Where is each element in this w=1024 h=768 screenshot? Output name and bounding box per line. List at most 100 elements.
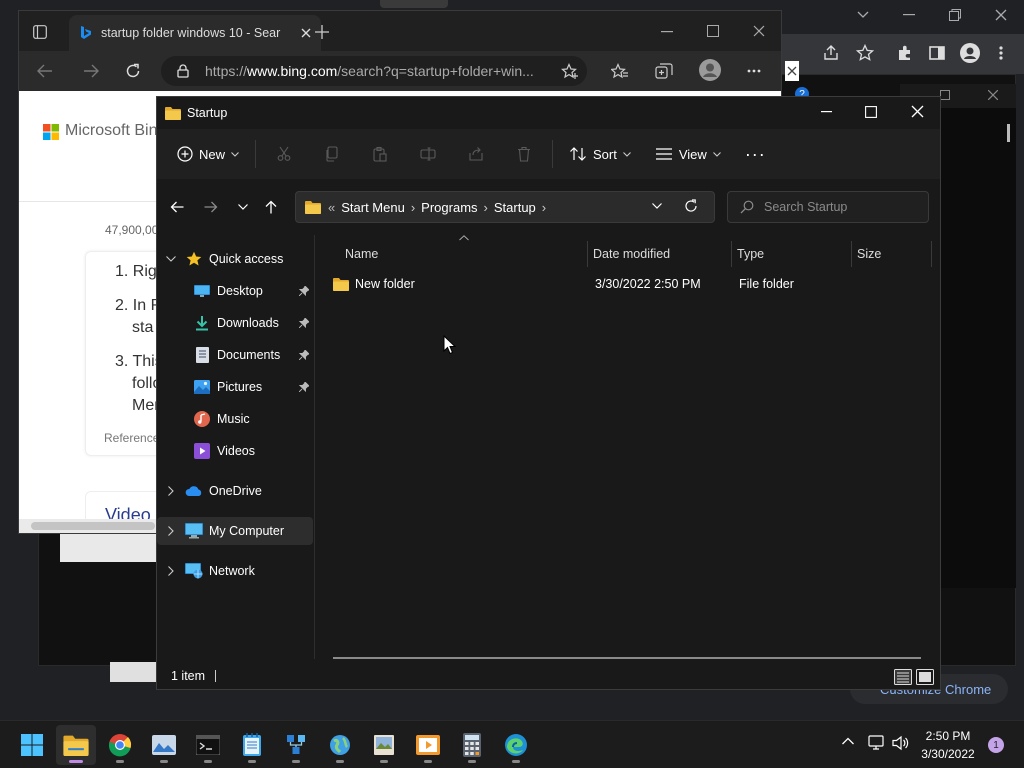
address-bar[interactable]: « Start Menu › Programs › Startup › <box>295 191 715 223</box>
taskbar-network-app-icon[interactable] <box>276 725 316 765</box>
start-windows-icon[interactable] <box>12 725 52 765</box>
chrome-restore-icon[interactable] <box>932 0 978 30</box>
volume-icon[interactable] <box>892 735 910 751</box>
edge-profile-avatar[interactable] <box>699 59 721 81</box>
chrome-tab-search-icon[interactable] <box>840 0 886 30</box>
breadcrumb-separator[interactable]: › <box>484 200 488 215</box>
expanded-chevron-icon[interactable] <box>157 256 185 262</box>
bing-brand-text[interactable]: Microsoft Bing <box>65 122 166 140</box>
taskbar-image-viewer-icon[interactable] <box>364 725 404 765</box>
edge-tab-close-icon[interactable] <box>301 28 311 38</box>
taskbar-file-explorer-icon[interactable] <box>56 725 96 765</box>
taskbar-calculator-icon[interactable] <box>452 725 492 765</box>
references-label[interactable]: Reference <box>104 431 159 445</box>
pin-icon[interactable] <box>299 286 309 296</box>
nav-music[interactable]: Music <box>157 405 313 433</box>
chrome-share-icon[interactable] <box>822 44 840 62</box>
lock-icon[interactable] <box>177 64 189 78</box>
paste-icon[interactable] <box>356 136 404 172</box>
nav-network[interactable]: Network <box>157 557 313 585</box>
more-options-button[interactable]: ··· <box>733 136 778 172</box>
nav-onedrive[interactable]: OneDrive <box>157 477 313 505</box>
breadcrumb-separator[interactable]: › <box>542 200 546 215</box>
network-status-icon[interactable] <box>868 735 886 751</box>
inner-restore-icon[interactable] <box>940 90 950 100</box>
edge-close-icon[interactable] <box>753 25 765 37</box>
column-divider[interactable] <box>931 241 932 267</box>
edge-refresh-icon[interactable] <box>125 63 141 79</box>
sidebar-close-icon[interactable] <box>785 61 799 81</box>
edge-maximize-icon[interactable] <box>707 25 719 37</box>
nav-downloads[interactable]: Downloads <box>157 309 313 337</box>
search-startup-field[interactable]: Search Startup <box>727 191 929 223</box>
chrome-menu-icon[interactable] <box>998 44 1004 62</box>
chrome-bookmark-star-icon[interactable] <box>856 44 874 62</box>
nav-documents[interactable]: Documents <box>157 341 313 369</box>
edge-forward-icon[interactable] <box>83 64 99 78</box>
breadcrumb-startup[interactable]: Startup <box>494 200 536 215</box>
inner-close-icon[interactable] <box>988 90 998 100</box>
refresh-icon[interactable] <box>684 199 698 213</box>
edge-active-tab[interactable]: startup folder windows 10 - Sear <box>69 15 321 51</box>
nav-desktop[interactable]: Desktop <box>157 277 313 305</box>
up-arrow-icon[interactable] <box>257 193 285 221</box>
column-divider[interactable] <box>731 241 732 267</box>
chrome-side-panel-icon[interactable] <box>928 44 946 62</box>
chrome-extensions-icon[interactable] <box>896 44 914 62</box>
edge-scrollbar-thumb[interactable] <box>31 522 155 530</box>
taskbar-globe-app-icon[interactable] <box>320 725 360 765</box>
file-name-cell[interactable]: New folder <box>333 277 415 291</box>
taskbar-photos-icon[interactable] <box>144 725 184 765</box>
show-hidden-icons-chevron-icon[interactable] <box>842 737 854 745</box>
edge-collections-icon[interactable] <box>655 63 673 79</box>
recent-locations-chevron-icon[interactable] <box>229 193 257 221</box>
edge-menu-icon[interactable] <box>747 69 761 73</box>
breadcrumb-programs[interactable]: Programs <box>421 200 477 215</box>
thumbnails-view-icon[interactable] <box>915 668 935 686</box>
nav-videos[interactable]: Videos <box>157 437 313 465</box>
copy-icon[interactable] <box>308 136 356 172</box>
file-list-horizontal-scrollbar[interactable] <box>333 657 921 659</box>
breadcrumb-overflow[interactable]: « <box>328 200 335 215</box>
explorer-minimize-icon[interactable] <box>821 111 833 113</box>
cut-icon[interactable] <box>260 136 308 172</box>
collapsed-chevron-icon[interactable] <box>157 486 185 496</box>
taskbar-terminal-icon[interactable] <box>188 725 228 765</box>
collapsed-chevron-icon[interactable] <box>157 566 185 576</box>
rename-icon[interactable] <box>404 136 452 172</box>
pin-icon[interactable] <box>299 382 309 392</box>
share-icon[interactable] <box>452 136 500 172</box>
column-divider[interactable] <box>587 241 588 267</box>
pin-icon[interactable] <box>299 350 309 360</box>
edge-favorites-icon[interactable] <box>611 63 629 79</box>
taskbar-edge-icon[interactable] <box>496 725 536 765</box>
chrome-minimize-icon[interactable] <box>886 0 932 30</box>
taskbar-clock[interactable]: 2:50 PM 3/30/2022 <box>916 727 980 763</box>
chrome-profile-avatar[interactable] <box>960 43 980 63</box>
edge-tab-actions-icon[interactable] <box>33 25 47 39</box>
edge-new-tab-icon[interactable] <box>315 25 329 39</box>
table-row[interactable]: New folder 3/30/2022 2:50 PM File folder <box>327 271 927 299</box>
delete-icon[interactable] <box>500 136 548 172</box>
chrome-close-icon[interactable] <box>978 0 1024 30</box>
column-divider[interactable] <box>851 241 852 267</box>
address-history-chevron-icon[interactable] <box>652 203 662 209</box>
sort-button[interactable]: Sort <box>557 136 643 172</box>
taskbar-chrome-icon[interactable] <box>100 725 140 765</box>
collapsed-chevron-icon[interactable] <box>157 526 185 536</box>
panel-scrollbar-thumb[interactable] <box>1007 124 1010 142</box>
edge-add-favorite-icon[interactable] <box>561 63 579 79</box>
view-button[interactable]: View <box>643 136 733 172</box>
breadcrumb-start-menu[interactable]: Start Menu <box>341 200 405 215</box>
nav-quick-access[interactable]: Quick access <box>157 245 313 273</box>
column-header-name[interactable]: Name <box>345 243 378 265</box>
explorer-maximize-icon[interactable] <box>865 106 877 118</box>
explorer-close-icon[interactable] <box>911 105 924 118</box>
forward-arrow-icon[interactable] <box>197 193 225 221</box>
details-view-icon[interactable] <box>893 668 913 686</box>
column-header-type[interactable]: Type <box>737 243 764 265</box>
nav-my-computer[interactable]: My Computer <box>157 517 313 545</box>
column-header-size[interactable]: Size <box>857 243 881 265</box>
taskbar-notepad-icon[interactable] <box>232 725 272 765</box>
edge-back-icon[interactable] <box>37 64 53 78</box>
